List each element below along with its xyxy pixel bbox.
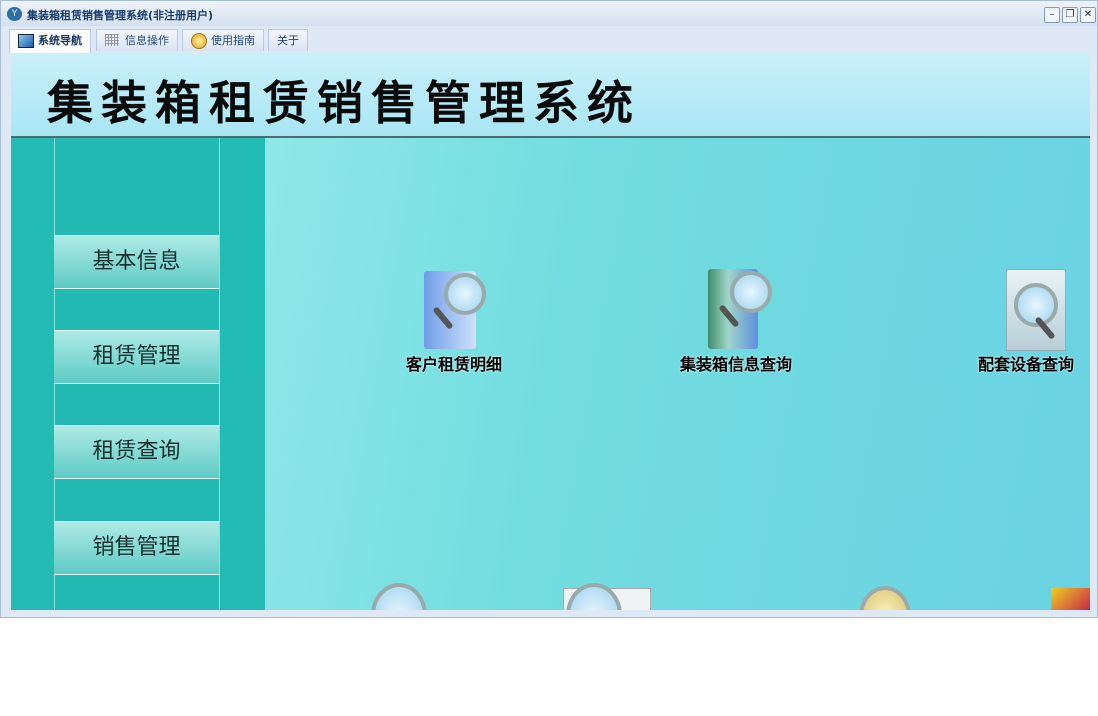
book-search-icon xyxy=(700,265,772,351)
tab-label: 信息操作 xyxy=(125,34,169,47)
page-search-icon xyxy=(990,265,1066,351)
main-item-customer-lease[interactable]: 客户租赁明细 xyxy=(396,265,512,375)
tab-system-nav[interactable]: 系统导航 xyxy=(9,29,91,53)
item-label: 集装箱信息查询 xyxy=(679,355,792,374)
sidebar-item-lease-management[interactable]: 租赁管理 xyxy=(54,330,219,384)
tab-user-guide[interactable]: 使用指南 xyxy=(182,29,264,51)
tab-label: 系统导航 xyxy=(38,34,82,47)
item-label: 配套设备查询 xyxy=(977,355,1074,374)
title-bar: Y 集装箱租赁销售管理系统(非注册用户) – ❐ ✕ xyxy=(1,1,1097,26)
main-item-container-query[interactable]: 集装箱信息查询 xyxy=(671,265,801,375)
help-icon xyxy=(191,33,207,49)
sidebar-item-sales-management[interactable]: 销售管理 xyxy=(54,521,219,575)
tab-info-ops[interactable]: 信息操作 xyxy=(96,29,178,51)
sidebar-item-lease-query[interactable]: 租赁查询 xyxy=(54,425,219,479)
banner-title: 集装箱租赁销售管理系统 xyxy=(47,76,641,130)
app-window: Y 集装箱租赁销售管理系统(非注册用户) – ❐ ✕ 系统导航 信息操作 使用指… xyxy=(0,0,1098,618)
search-icon[interactable] xyxy=(371,583,427,610)
sidebar: 基本信息 租赁管理 租赁查询 销售管理 xyxy=(11,138,265,610)
banner: 集装箱租赁销售管理系统 xyxy=(11,53,1090,138)
close-button[interactable]: ✕ xyxy=(1080,7,1096,23)
app-logo-icon: Y xyxy=(7,7,22,21)
content-area: 集装箱租赁销售管理系统 基本信息 租赁管理 租赁查询 销售管理 客户租赁明细 集… xyxy=(11,53,1090,610)
monitor-icon xyxy=(18,34,34,48)
window-title: 集装箱租赁销售管理系统(非注册用户) xyxy=(27,9,214,22)
documents-search-icon xyxy=(418,265,490,351)
tab-label: 使用指南 xyxy=(211,34,255,47)
grid-icon xyxy=(105,34,119,46)
tab-about[interactable]: 关于 xyxy=(268,29,308,51)
minimize-button[interactable]: – xyxy=(1044,7,1060,23)
main-item-equipment-query[interactable]: 配套设备查询 xyxy=(971,265,1081,375)
toolbox-icon[interactable] xyxy=(1051,588,1090,610)
tab-label: 关于 xyxy=(277,34,299,47)
item-label: 客户租赁明细 xyxy=(405,355,502,374)
restore-button[interactable]: ❐ xyxy=(1062,7,1078,23)
search-icon[interactable] xyxy=(859,586,911,610)
sidebar-item-basic-info[interactable]: 基本信息 xyxy=(54,235,219,289)
